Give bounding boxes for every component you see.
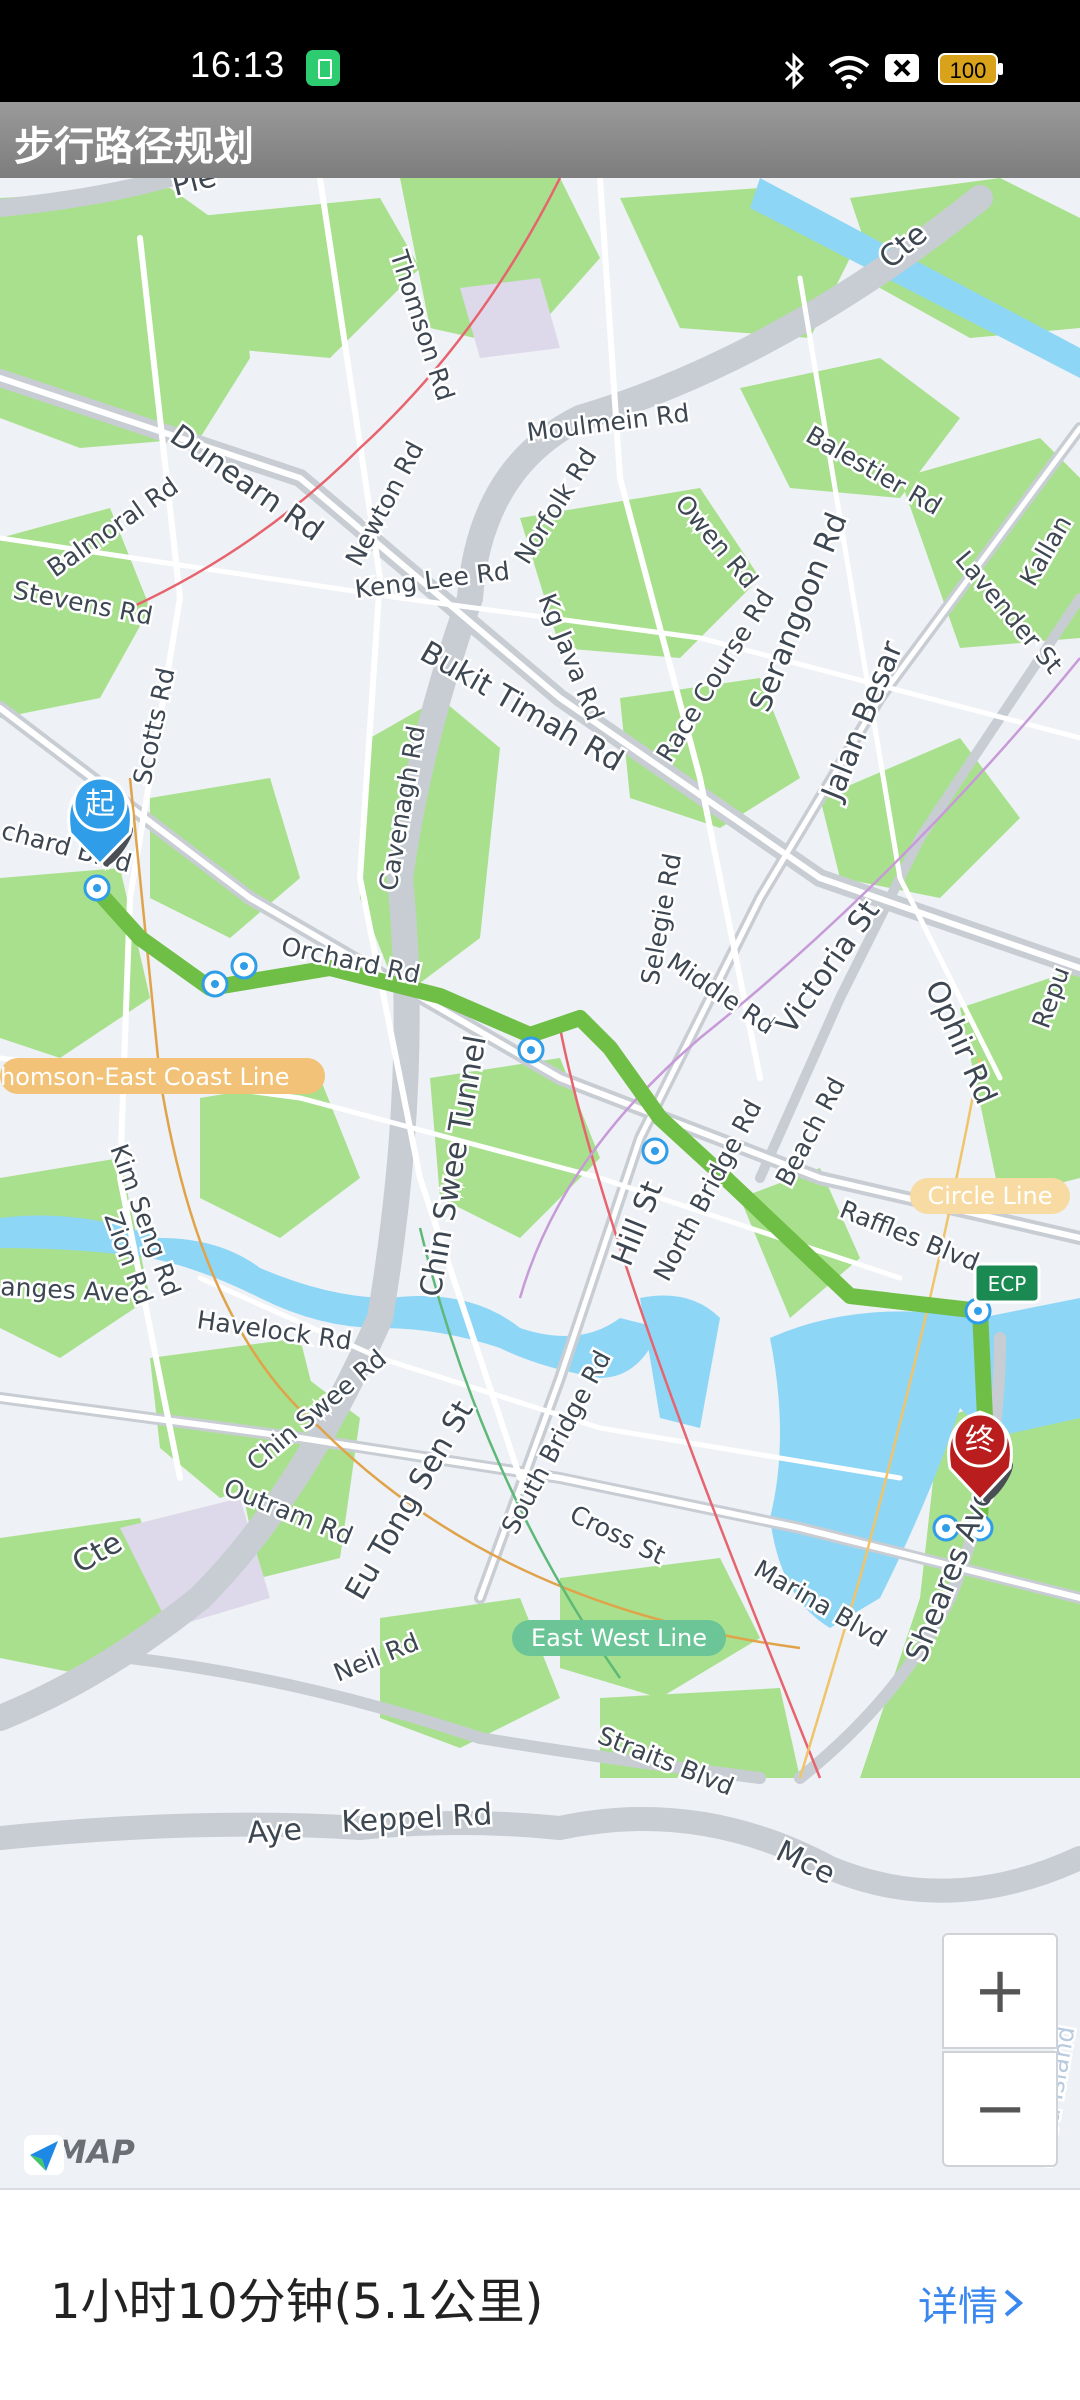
sim-icon (885, 54, 919, 82)
tel-line-badge: homson-East Coast Line (0, 1058, 325, 1094)
battery-level: 100 (950, 58, 987, 83)
chevron-right-icon (1004, 2289, 1024, 2317)
amap-logo-icon (24, 2135, 64, 2175)
wifi-icon (828, 56, 870, 89)
route-duration-distance: 1小时10分钟(5.1公里) (50, 2274, 544, 2330)
battery-icon: 100 (938, 53, 1003, 85)
map-canvas[interactable]: homson-East Coast Line Circle Line East … (0, 178, 1080, 2188)
title-bar: 步行路径规划 (0, 102, 1080, 178)
end-marker-label: 终 (965, 1423, 995, 1458)
zoom-in-button[interactable]: + (942, 1933, 1058, 2049)
ecp-shield: ECP (973, 1262, 1041, 1304)
svg-text:Circle Line: Circle Line (927, 1182, 1052, 1210)
zoom-out-button[interactable]: − (942, 2051, 1058, 2167)
map-view[interactable]: homson-East Coast Line Circle Line East … (0, 178, 1080, 2188)
page-title: 步行路径规划 (14, 124, 254, 170)
east-west-line-badge: East West Line (512, 1620, 726, 1656)
details-button[interactable]: 详情 (918, 2274, 1028, 2332)
app-notification-icon (306, 50, 340, 86)
svg-text:homson-East Coast Line: homson-East Coast Line (0, 1063, 289, 1091)
amap-logo: AMAP (22, 2133, 135, 2175)
svg-text:East West Line: East West Line (531, 1624, 707, 1652)
route-summary-panel: 1小时10分钟(5.1公里) 详情 (0, 2188, 1080, 2400)
circle-line-badge: Circle Line (910, 1178, 1070, 1214)
start-marker-label: 起 (85, 787, 115, 822)
status-bar: 16:13 100 (0, 0, 1080, 102)
svg-text:ECP: ECP (988, 1272, 1027, 1296)
details-label: 详情 (918, 2284, 998, 2330)
status-time: 16:13 (190, 44, 286, 85)
road-label: Aye (246, 1812, 303, 1851)
bluetooth-icon (784, 52, 805, 90)
